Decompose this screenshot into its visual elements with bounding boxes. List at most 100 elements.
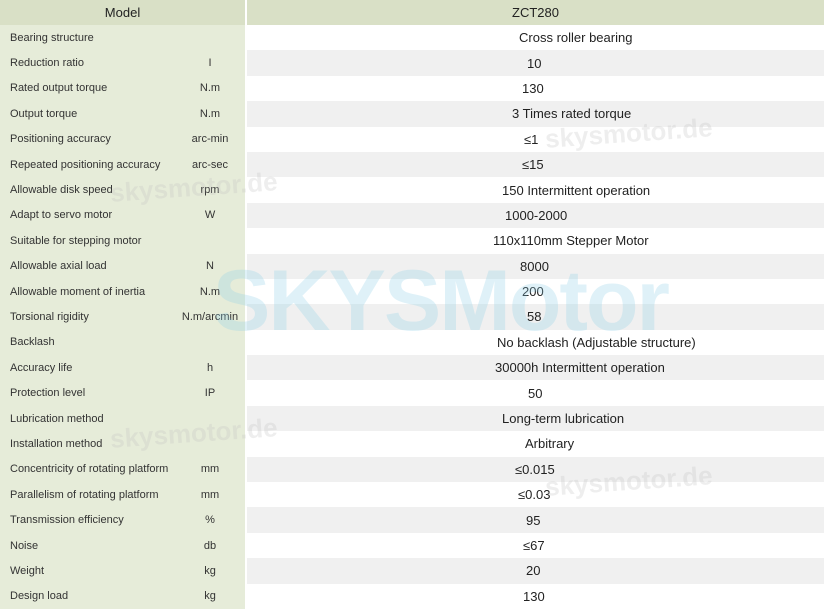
param-value-cell: ≤67: [247, 532, 824, 559]
table-row: Bearing structure Cross roller bearing: [0, 25, 824, 51]
param-name: Weight: [0, 558, 175, 584]
param-name: Transmission efficiency: [0, 507, 175, 533]
table-row: Lubrication method Long-term lubrication: [0, 405, 824, 432]
param-name: Design load: [0, 583, 175, 609]
param-unit: arc-sec: [175, 151, 248, 178]
table-row: Output torque N.m 3 Times rated torque: [0, 101, 824, 127]
param-value-cell: Arbitrary: [247, 431, 824, 457]
param-name: Backlash: [0, 329, 175, 356]
param-value: 110x110mm Stepper Motor: [493, 233, 649, 249]
param-value: ≤0.015: [515, 461, 555, 477]
param-unit: kg: [175, 583, 248, 609]
param-unit: [175, 329, 248, 356]
param-value-cell: 3 Times rated torque: [247, 101, 824, 127]
param-value-cell: ≤0.015: [247, 456, 824, 483]
table-row: Parallelism of rotating platform mm ≤0.03: [0, 482, 824, 508]
param-name: Noise: [0, 532, 175, 559]
param-value-cell: Cross roller bearing: [247, 25, 824, 51]
param-unit: W: [175, 202, 248, 229]
table-row: Protection level IP 50: [0, 380, 824, 406]
table-row: Installation method Arbitrary: [0, 431, 824, 457]
param-value-cell: 150 Intermittent operation: [247, 177, 824, 203]
param-unit: N.m: [175, 101, 248, 127]
param-value: 10: [527, 55, 542, 71]
param-value-cell: 130: [247, 583, 824, 609]
param-name: Positioning accuracy: [0, 126, 175, 152]
table-row: Allowable disk speed rpm 150 Intermittent …: [0, 177, 824, 203]
table-row: Transmission efficiency% 95: [0, 507, 824, 533]
table-row: Adapt to servo motor W 1000-2000: [0, 202, 824, 229]
param-value-cell: 10: [247, 50, 824, 76]
param-unit: N.m/arcmin: [175, 304, 248, 330]
param-value: Arbitrary: [525, 436, 575, 452]
table-row: Backlash No backlash (Adjustable structur…: [0, 329, 824, 356]
param-name: Output torque: [0, 101, 175, 127]
table-row: Positioning accuracy arc-min ≤1: [0, 126, 824, 152]
param-name: Rated output torque: [0, 75, 175, 102]
param-value-cell: 8000: [247, 253, 824, 279]
param-name: Protection level: [0, 380, 175, 406]
table-row: Allowable moment of inertia N.m 200: [0, 278, 824, 305]
param-unit: db: [175, 532, 248, 559]
param-value: 150 Intermittent operation: [502, 182, 651, 198]
param-value: 3 Times rated torque: [512, 106, 632, 122]
table-row: Repeated positioning accuracy arc-sec ≤15: [0, 151, 824, 178]
param-name: Concentricity of rotating platform: [0, 456, 175, 483]
table-row: Torsional rigidity N.m/arcmin 58: [0, 304, 824, 330]
param-unit: h: [175, 355, 248, 381]
param-name: Adapt to servo motor: [0, 202, 175, 229]
param-unit: N: [175, 253, 248, 279]
param-value-cell: Long-term lubrication: [247, 405, 824, 432]
param-unit: IP: [175, 380, 248, 406]
model-value: ZCT280: [247, 0, 824, 25]
param-value-cell: ≤1: [247, 126, 824, 152]
param-value: 50: [528, 385, 543, 401]
param-value-cell: 20: [247, 558, 824, 584]
param-unit: N.m: [175, 75, 248, 102]
param-value: No backlash (Adjustable structure): [497, 334, 696, 350]
table-row: Weight kg 20: [0, 558, 824, 584]
param-unit: mm: [175, 482, 248, 508]
param-value-cell: 95: [247, 507, 824, 533]
table-row: Reduction ratio I 10: [0, 50, 824, 76]
param-unit: [175, 25, 248, 51]
table-row: Noise db ≤67: [0, 532, 824, 559]
table-row: Allowable axial load N 8000: [0, 253, 824, 279]
param-unit: arc-min: [175, 126, 248, 152]
table-row: Design load kg 130: [0, 583, 824, 609]
table-row: Suitable for stepping motor 110x110mm Ste…: [0, 228, 824, 254]
param-value-cell: 58: [247, 304, 824, 330]
param-value: 8000: [520, 258, 549, 274]
table-row: Rated output torque N.m 130: [0, 75, 824, 102]
param-value: ≤67: [523, 538, 545, 553]
param-value: 58: [527, 309, 542, 325]
header-row: Model ZCT280: [0, 0, 824, 25]
table-row: Concentricity of rotating platform mm ≤0.0…: [0, 456, 824, 483]
param-name: Allowable disk speed: [0, 177, 175, 203]
param-value-cell: 1000-2000: [247, 202, 824, 229]
param-value-cell: 30000h Intermittent operation: [247, 355, 824, 381]
param-value: 130: [522, 80, 544, 96]
param-value: ≤1: [524, 131, 539, 147]
param-value: Cross roller bearing: [519, 30, 633, 46]
param-name: Bearing structure: [0, 25, 175, 51]
param-name: Installation method: [0, 431, 175, 457]
param-unit: [175, 431, 248, 457]
param-name: Accuracy life: [0, 355, 175, 381]
param-name: Allowable axial load: [0, 253, 175, 279]
param-value-cell: No backlash (Adjustable structure): [247, 329, 824, 356]
param-name: Allowable moment of inertia: [0, 278, 175, 305]
spec-table: Model ZCT280 Bearing structure Cross roll…: [0, 0, 824, 609]
param-name: Parallelism of rotating platform: [0, 482, 175, 508]
param-unit: %: [175, 507, 248, 533]
param-unit: [175, 405, 248, 432]
param-value: 20: [526, 563, 541, 579]
param-unit: [175, 228, 248, 254]
param-name: Torsional rigidity: [0, 304, 175, 330]
param-value-cell: ≤0.03: [247, 482, 824, 508]
param-name: Lubrication method: [0, 405, 175, 432]
param-unit: rpm: [175, 177, 248, 203]
table-row: Accuracy life h 30000h Intermittent operat…: [0, 355, 824, 381]
model-label: Model: [0, 0, 248, 25]
param-unit: mm: [175, 456, 248, 483]
